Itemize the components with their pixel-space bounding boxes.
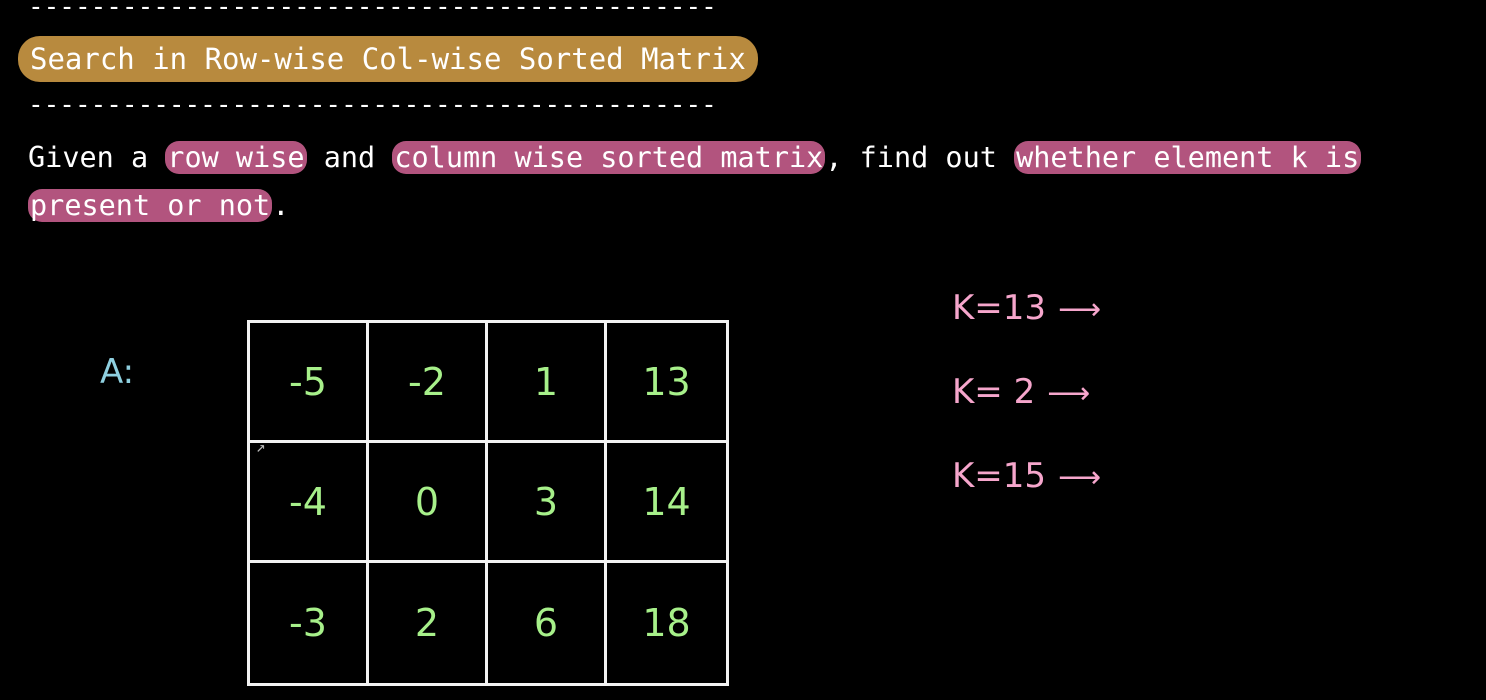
- matrix-cell: -2: [369, 323, 488, 443]
- matrix-cell: -5: [250, 323, 369, 443]
- matrix-cell: 1: [488, 323, 607, 443]
- arrow-right-icon: ⟶: [1058, 460, 1102, 495]
- matrix-cell: 18: [642, 601, 691, 645]
- highlight-column-wise-sorted-matrix: column wise sorted matrix: [392, 141, 826, 174]
- problem-line-2: present or not.: [28, 182, 1478, 230]
- problem-line-1: Given a row wise and column wise sorted …: [28, 134, 1478, 182]
- query-k-2: K= 2 ⟶: [952, 372, 1090, 412]
- matrix-cell: 6: [488, 563, 607, 683]
- problem-text-and: and: [306, 141, 393, 174]
- divider-top: ----------------------------------------…: [28, 0, 717, 22]
- arrow-right-icon: ⟶: [1058, 292, 1102, 327]
- query-k-13: K=13 ⟶: [952, 288, 1101, 328]
- query-text: K=15: [952, 456, 1047, 496]
- matrix-grid: -5 -2 1 13 -4 0 3 14 -3 2 6 18: [247, 320, 729, 686]
- page-title: Search in Row-wise Col-wise Sorted Matri…: [18, 36, 758, 82]
- divider-bottom: ----------------------------------------…: [28, 90, 717, 120]
- problem-statement: Given a row wise and column wise sorted …: [28, 134, 1478, 230]
- problem-text-given: Given a: [28, 141, 166, 174]
- query-k-15: K=15 ⟶: [952, 456, 1101, 496]
- matrix-cell: 3: [488, 443, 607, 563]
- highlight-whether-element: whether element k is: [1014, 141, 1362, 174]
- query-text: K=13: [952, 288, 1047, 328]
- matrix-cell: -4: [250, 443, 369, 563]
- matrix-label: A:: [100, 352, 135, 392]
- matrix-cell: -3: [250, 563, 369, 683]
- highlight-row-wise: row wise: [165, 141, 307, 174]
- problem-text-period: .: [272, 189, 290, 222]
- matrix-cell: 0: [369, 443, 488, 563]
- query-text: K= 2: [952, 372, 1036, 412]
- arrow-right-icon: ⟶: [1047, 376, 1091, 411]
- problem-text-find-out: , find out: [825, 141, 1015, 174]
- matrix-cell: 13: [607, 323, 726, 443]
- matrix-cell: 14: [607, 443, 726, 563]
- highlight-present-or-not: present or not: [28, 189, 273, 222]
- mouse-cursor-icon: ↗: [256, 437, 266, 456]
- matrix-cell: 2: [369, 563, 488, 683]
